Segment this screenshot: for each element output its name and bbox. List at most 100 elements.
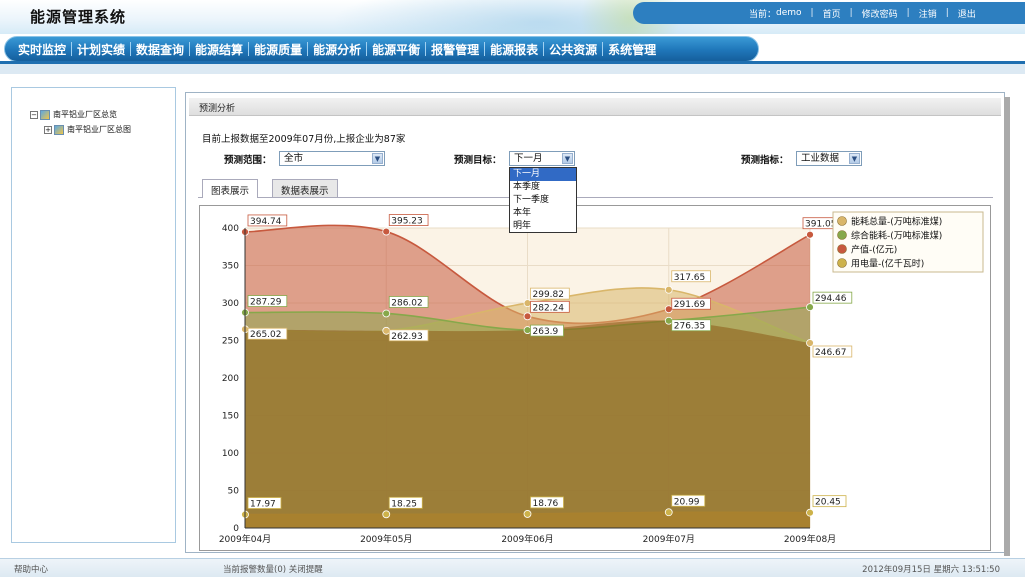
separator: | [906, 8, 910, 18]
y-tick-label: 300 [222, 299, 239, 309]
chevron-down-icon[interactable]: ▼ [562, 153, 573, 164]
nav-item-public-resources[interactable]: 公共资源 [544, 41, 602, 58]
exit-link[interactable]: 退出 [958, 7, 976, 20]
indicator-select[interactable]: 工业数据 ▼ [796, 151, 862, 166]
nav-item-alarm-management[interactable]: 报警管理 [426, 41, 484, 58]
panel-header: 预测分析 [189, 98, 1001, 116]
area-chart: 0 50 100 150 200 250 300 350 400 265.02 262.93 299.… [219, 211, 984, 545]
footer: 帮助中心 当前报警数量(0) 关闭提醒 2012年09月15日 星期六 13:5… [0, 558, 1025, 577]
data-point [664, 285, 673, 294]
nav-item-energy-quality[interactable]: 能源质量 [249, 41, 307, 58]
data-label: 265.02 [250, 330, 282, 340]
data-label: 20.45 [815, 498, 841, 508]
panel-shadow [1004, 97, 1010, 556]
dropdown-option-this-year[interactable]: 本年 [510, 207, 576, 220]
data-point [382, 326, 391, 335]
tree-panel: − 南平铝业厂区总览 + 南平铝业厂区总图 [11, 87, 176, 543]
data-point [382, 510, 391, 519]
data-label: 394.74 [250, 217, 282, 227]
nav-item-energy-report[interactable]: 能源报表 [485, 41, 543, 58]
tab-table-view[interactable]: 数据表展示 [272, 179, 338, 198]
current-user-label: 当前： [749, 9, 777, 20]
data-point [806, 339, 814, 347]
target-select[interactable]: 下一月 ▼ [509, 151, 575, 166]
data-point [806, 230, 814, 239]
nav-item-system-management[interactable]: 系统管理 [603, 41, 661, 58]
data-label: 263.9 [533, 327, 559, 337]
data-point [664, 316, 673, 325]
y-tick-label: 250 [222, 337, 239, 347]
nav-item-plan-actual[interactable]: 计划实绩 [72, 41, 130, 58]
nav-item-energy-analysis[interactable]: 能源分析 [308, 41, 366, 58]
panel-title: 预测分析 [199, 104, 236, 114]
datetime-display: 2012年09月15日 星期六 13:51:50 [862, 565, 1000, 575]
data-point [664, 305, 673, 314]
dropdown-option-next-month[interactable]: 下一月 [510, 168, 576, 181]
tab-chart-view[interactable]: 图表展示 [202, 179, 259, 198]
y-tick-label: 100 [222, 449, 239, 459]
data-label: 276.35 [674, 322, 706, 332]
node-icon [54, 124, 64, 135]
data-label: 282.24 [533, 303, 565, 313]
data-point [523, 510, 532, 518]
chart-container: 0 50 100 150 200 250 300 350 400 265.02 262.93 299.… [199, 205, 991, 551]
data-label: 391.05 [805, 220, 837, 230]
nav-item-energy-settlement[interactable]: 能源结算 [190, 41, 248, 58]
target-select-value: 下一月 [514, 153, 543, 164]
data-label: 262.93 [391, 332, 423, 342]
legend-label: 用电量-(亿千瓦时) [851, 258, 924, 270]
collapse-toggle-icon[interactable]: − [30, 110, 38, 119]
nav-item-energy-balance[interactable]: 能源平衡 [367, 41, 425, 58]
forecast-panel: 预测分析 目前上报数据至2009年07月份,上报企业为87家 预测范围： 全市 … [185, 92, 1010, 556]
expand-toggle-icon[interactable]: + [44, 125, 52, 134]
chevron-down-icon[interactable]: ▼ [372, 153, 383, 164]
dropdown-option-next-year[interactable]: 明年 [510, 220, 576, 233]
range-select[interactable]: 全市 ▼ [279, 151, 385, 166]
legend-marker-icon [837, 230, 847, 240]
y-tick-label: 200 [222, 374, 239, 384]
x-tick-label: 2009年05月 [360, 533, 412, 545]
data-label: 294.46 [815, 294, 847, 304]
y-tick-label: 50 [228, 487, 240, 497]
y-tick-label: 350 [222, 262, 239, 272]
data-label: 17.97 [250, 500, 276, 510]
report-status-note: 目前上报数据至2009年07月份,上报企业为87家 [202, 134, 406, 145]
help-center-link[interactable]: 帮助中心 [14, 563, 48, 575]
data-label: 246.67 [815, 348, 847, 358]
data-point [523, 299, 532, 308]
data-label: 317.65 [674, 273, 706, 283]
data-label: 286.02 [391, 298, 423, 308]
dropdown-option-this-quarter[interactable]: 本季度 [510, 181, 576, 194]
data-label: 299.82 [533, 290, 565, 300]
chevron-down-icon[interactable]: ▼ [849, 153, 860, 164]
legend-label: 产值-(亿元) [851, 244, 897, 256]
alarm-info: 当前报警数量(0) 关闭提醒 [223, 563, 323, 575]
close-reminder-link[interactable]: 关闭提醒 [289, 565, 323, 575]
overlap-shade [245, 320, 810, 528]
logout-link[interactable]: 注销 [919, 7, 937, 20]
data-label: 395.23 [391, 217, 423, 227]
x-tick-label: 2009年08月 [784, 533, 836, 545]
data-point [806, 508, 814, 517]
legend-label: 综合能耗-(万吨标准煤) [851, 230, 942, 242]
data-point [382, 309, 391, 318]
current-username: demo [776, 8, 802, 18]
home-link[interactable]: 首页 [823, 7, 841, 20]
data-point [664, 508, 673, 517]
tree-node-map[interactable]: + 南平铝业厂区总图 [44, 124, 131, 135]
legend-marker-icon [837, 258, 847, 268]
alarm-count-text: 当前报警数量(0) [223, 565, 287, 575]
tree-node-label[interactable]: 南平铝业厂区总览 [53, 109, 117, 120]
tree-node-label[interactable]: 南平铝业厂区总图 [67, 124, 131, 135]
data-point [523, 312, 532, 321]
nav-item-realtime-monitor[interactable]: 实时监控 [13, 41, 71, 58]
tree-node-overview[interactable]: − 南平铝业厂区总览 [30, 109, 117, 120]
tab-divider [198, 197, 993, 198]
change-password-link[interactable]: 修改密码 [862, 7, 898, 20]
user-bar: 当前： demo | 首页 | 修改密码 | 注销 | 退出 [633, 2, 1025, 24]
dropdown-option-next-quarter[interactable]: 下一季度 [510, 194, 576, 207]
main-nav: 实时监控 计划实绩 数据查询 能源结算 能源质量 能源分析 能源平衡 报警管理 … [4, 36, 759, 62]
target-label: 预测目标： [454, 155, 502, 166]
nav-item-data-query[interactable]: 数据查询 [131, 41, 189, 58]
range-label: 预测范围： [224, 155, 272, 166]
